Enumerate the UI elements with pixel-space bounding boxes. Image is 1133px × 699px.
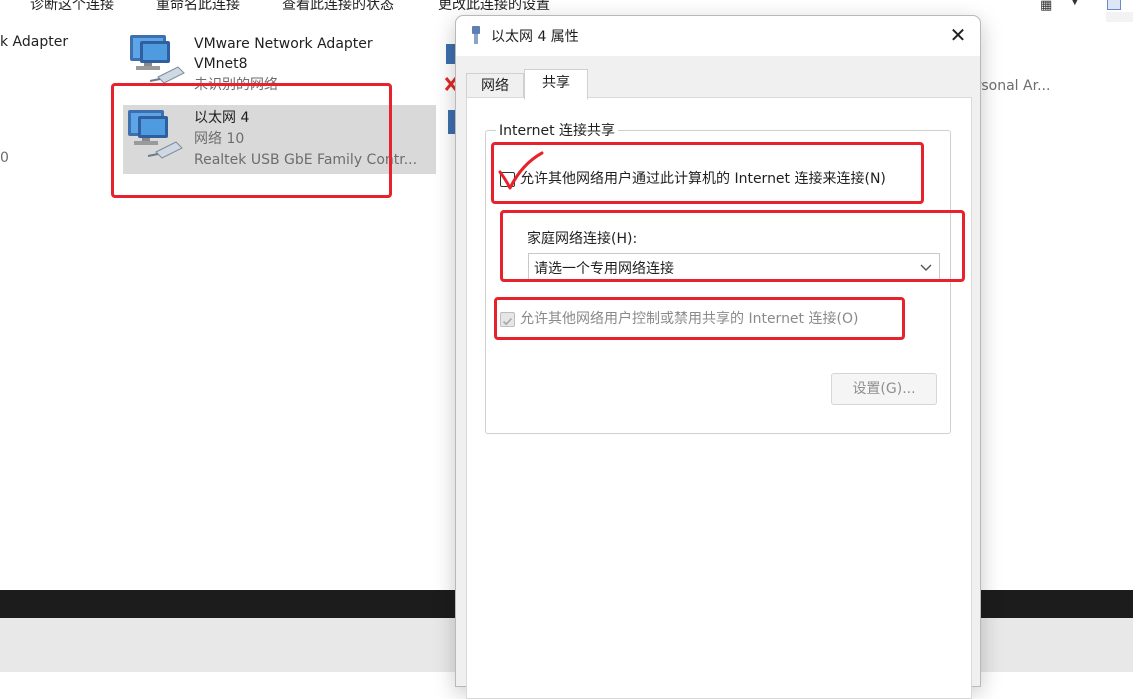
connection-device: Realtek USB GbE Family Contr... bbox=[194, 152, 418, 168]
close-button[interactable]: ✕ bbox=[944, 24, 972, 48]
ethernet-plug-icon bbox=[472, 26, 480, 44]
diagnose-button[interactable]: 诊断这个连接 bbox=[30, 0, 114, 14]
allow-control-label[interactable]: 允许其他网络用户控制或禁用共享的 Internet 连接(O) bbox=[520, 308, 858, 328]
properties-dialog: 以太网 4 属性 ✕ 网络 共享 Internet 连接共享 允许其他网络用户通… bbox=[455, 15, 981, 699]
connection-name-line2: VMnet8 bbox=[194, 56, 248, 72]
checkmark-icon bbox=[502, 317, 513, 326]
chevron-down-icon bbox=[920, 264, 932, 271]
group-title: Internet 连接共享 bbox=[496, 120, 619, 140]
connection-status: 未识别的网络 bbox=[194, 77, 278, 93]
connection-network: 网络 10 bbox=[194, 131, 245, 147]
change-settings-button[interactable]: 更改此连接的设置 bbox=[438, 0, 550, 14]
view-options-icon[interactable]: ▦ bbox=[1040, 0, 1052, 13]
connection-name: 以太网 4 bbox=[194, 110, 250, 126]
tab-network[interactable]: 网络 bbox=[466, 73, 524, 98]
network-adapter-icon bbox=[128, 110, 183, 159]
home-network-label: 家庭网络连接(H): bbox=[527, 231, 638, 247]
connection-name: VMware Network Adapter bbox=[194, 36, 373, 52]
dialog-title: 以太网 4 属性 bbox=[491, 29, 579, 45]
home-network-select[interactable]: 请选一个专用网络连接 bbox=[528, 253, 940, 280]
command-bar: 诊断这个连接 重命名此连接 查看此连接的状态 更改此连接的设置 ▦ ▼ bbox=[0, 0, 1133, 14]
home-network-value: 请选一个专用网络连接 bbox=[534, 261, 674, 277]
connection-name-partial[interactable]: k Adapter bbox=[0, 34, 68, 50]
preview-pane-icon[interactable] bbox=[1107, 0, 1121, 10]
view-status-button[interactable]: 查看此连接的状态 bbox=[282, 0, 394, 14]
connection-detail-partial: 0 bbox=[0, 150, 9, 166]
network-adapter-icon bbox=[130, 35, 185, 84]
settings-button[interactable]: 设置(G)... bbox=[831, 373, 937, 405]
allow-control-checkbox[interactable] bbox=[500, 312, 515, 327]
chevron-down-icon[interactable]: ▼ bbox=[1071, 0, 1079, 7]
dialog-titlebar[interactable]: 以太网 4 属性 ✕ bbox=[456, 16, 980, 56]
scrollbar-track[interactable] bbox=[1106, 12, 1133, 22]
tab-sharing[interactable]: 共享 bbox=[524, 69, 588, 100]
allow-sharing-label[interactable]: 允许其他网络用户通过此计算机的 Internet 连接来连接(N) bbox=[520, 168, 886, 188]
rename-button[interactable]: 重命名此连接 bbox=[156, 0, 240, 14]
ics-group: Internet 连接共享 允许其他网络用户通过此计算机的 Internet 连… bbox=[485, 120, 951, 434]
annotation-checkmark-icon bbox=[498, 151, 544, 190]
